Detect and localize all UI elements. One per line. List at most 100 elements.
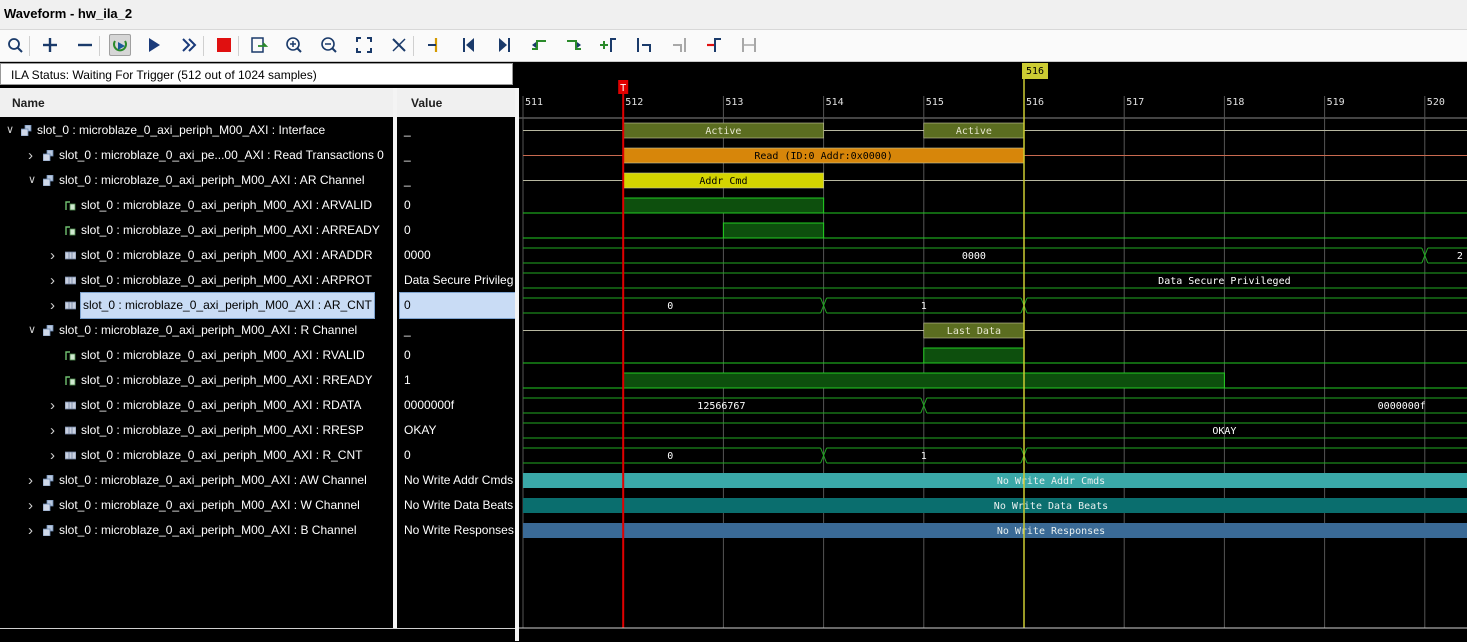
window-title-bar: Waveform - hw_ila_2 bbox=[0, 0, 1467, 30]
run-trigger-button[interactable] bbox=[143, 34, 165, 56]
zoom-in-button[interactable] bbox=[283, 34, 305, 56]
waveform-viewer[interactable]: 511 512 513 514 515 516 517 518 519 520 Active Acti… bbox=[519, 63, 1467, 641]
signal-row[interactable]: › slot_0 : microblaze_0_axi_periph_M00_AX… bbox=[0, 518, 393, 543]
chevron-right-icon[interactable]: › bbox=[50, 418, 60, 443]
time-tick-label: 515 bbox=[926, 97, 944, 108]
go-to-start-button[interactable] bbox=[458, 34, 480, 56]
value-column-header[interactable]: Value bbox=[397, 88, 515, 117]
cursor-button[interactable] bbox=[388, 34, 410, 56]
chevron-down-icon[interactable]: ∨ bbox=[6, 118, 16, 143]
name-pane-scrollbar[interactable] bbox=[0, 628, 515, 642]
signal-row[interactable]: › slot_0 : microblaze_0_axi_periph_M00_AX… bbox=[0, 292, 393, 319]
signal-row[interactable]: › slot_0 : microblaze_0_axi_pe...00_AXI :… bbox=[0, 143, 393, 168]
plus-icon bbox=[43, 38, 57, 52]
cursor-icon bbox=[392, 38, 406, 52]
bus-value-label: 0000000f bbox=[1378, 401, 1426, 412]
signal-value: _ bbox=[404, 148, 411, 162]
prev-marker-button[interactable] bbox=[633, 34, 655, 56]
chevron-down-icon[interactable]: ∨ bbox=[28, 318, 38, 343]
signal-name: slot_0 : microblaze_0_axi_periph_M00_AXI… bbox=[59, 173, 365, 187]
signal-value: No Write Data Beats bbox=[404, 498, 514, 512]
add-marker-2-button[interactable] bbox=[598, 34, 620, 56]
prev-transition-button[interactable] bbox=[528, 34, 550, 56]
zoom-fit-button[interactable] bbox=[353, 34, 375, 56]
signal-name: slot_0 : microblaze_0_axi_periph_M00_AXI… bbox=[81, 373, 373, 387]
chevron-down-icon[interactable]: ∨ bbox=[28, 168, 38, 193]
add-button[interactable] bbox=[39, 34, 61, 56]
swap-cursors-button[interactable] bbox=[703, 34, 725, 56]
play-icon bbox=[149, 38, 160, 52]
name-column-header[interactable]: Name bbox=[0, 88, 394, 117]
export-button[interactable] bbox=[248, 34, 270, 56]
signal-row[interactable]: ∨ slot_0 : microblaze_0_axi_periph_M00_AX… bbox=[0, 118, 393, 143]
bus-value-label: 1 bbox=[921, 451, 927, 462]
next-marker-icon bbox=[673, 38, 686, 52]
signal-row[interactable]: › slot_0 : microblaze_0_axi_periph_M00_AX… bbox=[0, 418, 393, 443]
bus-icon bbox=[65, 451, 76, 460]
swap-cursor-icon bbox=[707, 38, 721, 52]
next-transition-button[interactable] bbox=[563, 34, 585, 56]
waveform-toolbar bbox=[0, 30, 1467, 62]
chevron-right-icon[interactable]: › bbox=[28, 143, 38, 168]
chevron-right-icon[interactable]: › bbox=[50, 293, 60, 318]
chevron-right-icon[interactable]: › bbox=[50, 393, 60, 418]
signal-value-list: _ _ _ 0 0 0000 Data Secure Privileg 0 _ 0 1 0000000… bbox=[397, 118, 515, 628]
column-splitter[interactable] bbox=[393, 88, 397, 641]
chevron-right-icon[interactable]: › bbox=[50, 268, 60, 293]
add-marker-button[interactable] bbox=[423, 34, 445, 56]
interface-icon bbox=[43, 325, 54, 336]
bus-value-label: 2 bbox=[1457, 251, 1463, 262]
waveform-canvas[interactable]: 511 512 513 514 515 516 517 518 519 520 Active Acti… bbox=[519, 63, 1467, 641]
signal-row[interactable]: slot_0 : microblaze_0_axi_periph_M00_AXI… bbox=[0, 343, 393, 368]
prev-transition-icon bbox=[532, 40, 546, 50]
search-button[interactable] bbox=[4, 34, 26, 56]
signal-row[interactable]: › slot_0 : microblaze_0_axi_periph_M00_AX… bbox=[0, 443, 393, 468]
run-immediate-button[interactable] bbox=[178, 34, 200, 56]
interface-icon bbox=[43, 175, 54, 186]
signal-row[interactable]: › slot_0 : microblaze_0_axi_periph_M00_AX… bbox=[0, 243, 393, 268]
signal-row[interactable]: › slot_0 : microblaze_0_axi_periph_M00_AX… bbox=[0, 393, 393, 418]
chevron-right-icon[interactable]: › bbox=[28, 493, 38, 518]
time-tick-label: 514 bbox=[826, 97, 844, 108]
go-to-end-button[interactable] bbox=[493, 34, 515, 56]
signal-value: 0 bbox=[399, 292, 515, 319]
bus-icon bbox=[65, 251, 76, 260]
interface-icon bbox=[43, 475, 54, 486]
toolbar-separator bbox=[238, 36, 239, 56]
time-tick-label: 511 bbox=[525, 97, 543, 108]
auto-retrigger-button[interactable] bbox=[109, 34, 131, 56]
signal-value: No Write Addr Cmds bbox=[404, 473, 514, 487]
chevron-right-icon[interactable]: › bbox=[50, 443, 60, 468]
bit-high-pulse bbox=[923, 347, 1025, 364]
chevron-right-icon[interactable]: › bbox=[50, 243, 60, 268]
chevron-right-icon[interactable]: › bbox=[28, 518, 38, 543]
signal-row[interactable]: ∨ slot_0 : microblaze_0_axi_periph_M00_AX… bbox=[0, 168, 393, 193]
transaction-label: Read (ID:0 Addr:0x0000) bbox=[754, 151, 892, 162]
cursor-label: 516 bbox=[1026, 66, 1044, 77]
remove-button[interactable] bbox=[74, 34, 96, 56]
zoom-out-button[interactable] bbox=[318, 34, 340, 56]
signal-name: slot_0 : microblaze_0_axi_pe...00_AXI : … bbox=[59, 148, 384, 162]
signal-row[interactable]: › slot_0 : microblaze_0_axi_periph_M00_AX… bbox=[0, 468, 393, 493]
signal-name: slot_0 : microblaze_0_axi_periph_M00_AXI… bbox=[81, 398, 362, 412]
stop-button[interactable] bbox=[213, 34, 235, 56]
signal-value: _ bbox=[404, 173, 411, 187]
bus-icon bbox=[65, 426, 76, 435]
channel-fill bbox=[523, 473, 1467, 488]
signal-row[interactable]: slot_0 : microblaze_0_axi_periph_M00_AXI… bbox=[0, 193, 393, 218]
bit-high-pulse bbox=[622, 197, 825, 214]
time-tick-label: 519 bbox=[1327, 97, 1345, 108]
signal-value: _ bbox=[404, 323, 411, 337]
signal-row[interactable]: › slot_0 : microblaze_0_axi_periph_M00_AX… bbox=[0, 493, 393, 518]
signal-row[interactable]: slot_0 : microblaze_0_axi_periph_M00_AXI… bbox=[0, 368, 393, 393]
next-marker-button bbox=[668, 34, 690, 56]
signal-name: slot_0 : microblaze_0_axi_periph_M00_AXI… bbox=[81, 423, 364, 437]
window-title: Waveform - hw_ila_2 bbox=[4, 6, 133, 21]
chevron-right-icon[interactable]: › bbox=[28, 468, 38, 493]
signal-row[interactable]: slot_0 : microblaze_0_axi_periph_M00_AXI… bbox=[0, 218, 393, 243]
signal-name: slot_0 : microblaze_0_axi_periph_M00_AXI… bbox=[59, 323, 358, 337]
bus-value-label: 12566767 bbox=[697, 401, 745, 412]
time-tick-label: 518 bbox=[1226, 97, 1244, 108]
signal-row[interactable]: ∨ slot_0 : microblaze_0_axi_periph_M00_AX… bbox=[0, 318, 393, 343]
signal-row[interactable]: › slot_0 : microblaze_0_axi_periph_M00_AX… bbox=[0, 268, 393, 293]
